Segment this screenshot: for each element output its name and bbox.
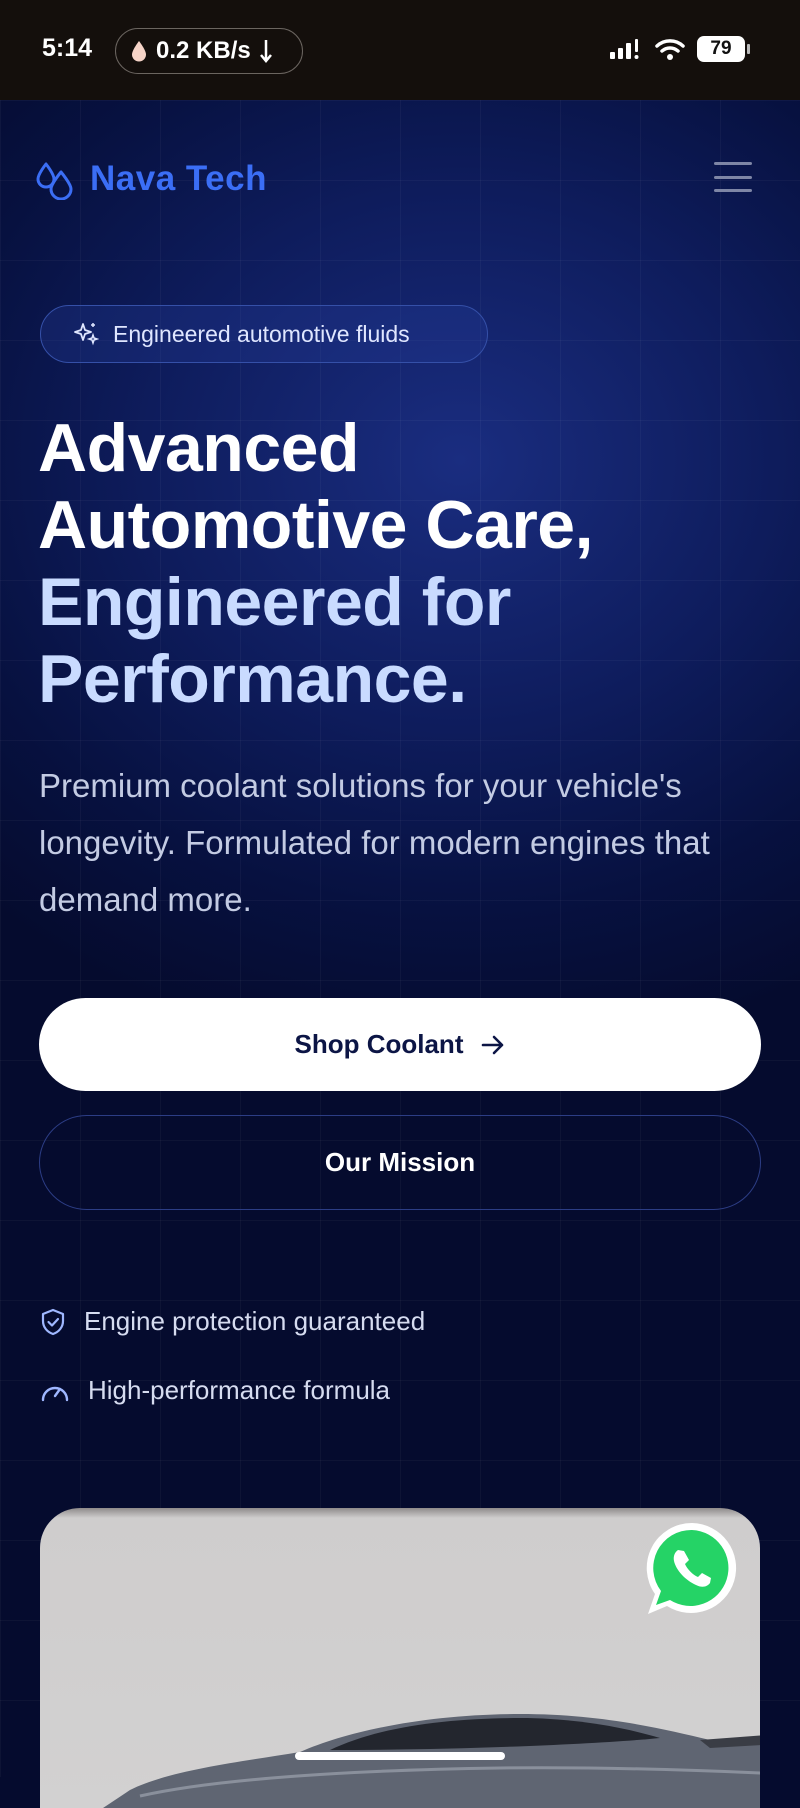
cellular-signal-icon <box>610 39 639 59</box>
drop-icon <box>132 41 146 62</box>
shield-check-icon <box>41 1308 65 1335</box>
battery-indicator: 79 <box>697 36 750 62</box>
badge-label: Engineered automotive fluids <box>113 320 410 347</box>
whatsapp-icon[interactable] <box>641 1518 743 1620</box>
status-time: 5:14 <box>42 34 93 62</box>
wifi-icon <box>655 39 685 60</box>
headline-accent: Engineered for <box>38 564 511 640</box>
hero-badge: Engineered automotive fluids <box>40 305 488 363</box>
our-mission-label: Our Mission <box>324 1147 476 1177</box>
status-icons: 79 <box>609 36 750 62</box>
headline-line: Advanced <box>38 410 360 486</box>
brand-logo[interactable]: Nava Tech <box>34 158 267 200</box>
hamburger-menu-icon[interactable] <box>714 162 752 192</box>
brand-name: Nava Tech <box>90 159 267 198</box>
feature-item: Engine protection guaranteed <box>40 1306 425 1337</box>
network-speed: 0.2 KB/s <box>156 37 251 64</box>
home-indicator[interactable] <box>295 1752 505 1760</box>
hero-headline: Advanced Automotive Care, Engineered for… <box>38 410 758 718</box>
sparkles-icon <box>74 323 99 346</box>
our-mission-button[interactable]: Our Mission <box>39 1115 761 1210</box>
shop-coolant-button[interactable]: Shop Coolant <box>39 998 761 1091</box>
headline-accent: Performance. <box>38 641 467 717</box>
gauge-icon <box>41 1386 69 1401</box>
hero-subtitle: Premium coolant solutions for your vehic… <box>39 767 710 918</box>
arrow-right-icon <box>482 1035 504 1054</box>
headline-line: Automotive Care, <box>38 487 594 563</box>
status-bar: 5:14 0.2 KB/s 79 <box>0 0 800 100</box>
feature-item: High-performance formula <box>40 1375 390 1406</box>
shop-coolant-label: Shop Coolant <box>294 1029 464 1059</box>
download-arrow-icon <box>259 40 272 63</box>
feature-label: Engine protection guaranteed <box>84 1306 426 1336</box>
water-drops-icon <box>36 162 73 200</box>
network-speed-pill: 0.2 KB/s <box>115 28 303 74</box>
feature-label: High-performance formula <box>88 1375 391 1405</box>
